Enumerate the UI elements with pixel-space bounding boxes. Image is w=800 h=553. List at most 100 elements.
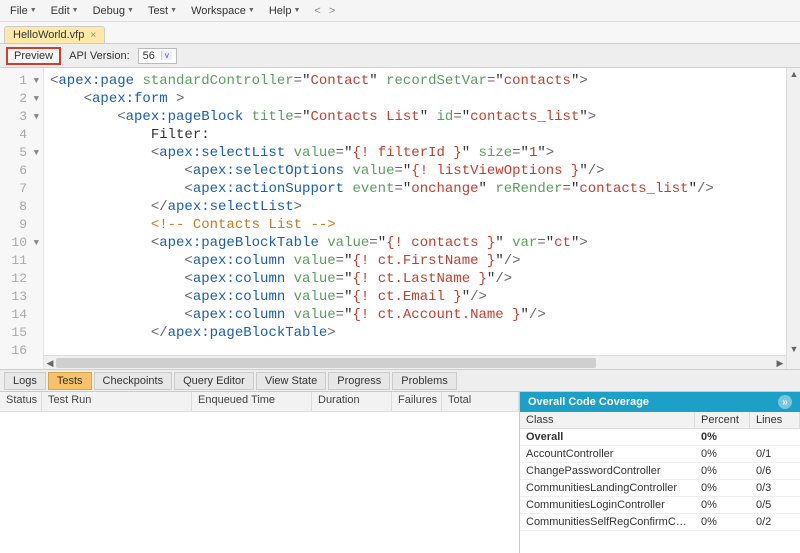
code-line[interactable]: <apex:actionSupport event="onchange" reR… [50,180,786,198]
coverage-title-bar: Overall Code Coverage » [520,392,800,412]
refresh-icon[interactable]: » [778,395,792,409]
panel-tab-progress[interactable]: Progress [328,372,390,390]
code-line[interactable]: <!-- Contacts List --> [50,216,786,234]
file-tab-label: HelloWorld.vfp [13,29,84,41]
gutter-line: 5▼ [0,144,43,162]
menu-test[interactable]: Test▼ [142,3,183,19]
vertical-scrollbar[interactable]: ▲ ▼ [786,68,800,369]
gutter-line: 6 [0,162,43,180]
col-percent[interactable]: Percent [695,412,750,428]
coverage-header: Class Percent Lines [520,412,800,429]
gutter-line: 16 [0,342,43,360]
fold-icon[interactable]: ▼ [31,90,39,108]
code-line[interactable]: <apex:pageBlockTable value="{! contacts … [50,234,786,252]
code-line[interactable]: <apex:pageBlock title="Contacts List" id… [50,108,786,126]
code-line[interactable]: <apex:column value="{! ct.LastName }"/> [50,270,786,288]
col-testrun[interactable]: Test Run [42,392,192,411]
file-tab-helloworld[interactable]: HelloWorld.vfp × [4,26,105,43]
gutter-line: 8 [0,198,43,216]
fold-icon[interactable]: ▼ [31,144,39,162]
caret-down-icon: ▼ [72,7,79,14]
col-status[interactable]: Status [0,392,42,411]
fold-icon[interactable]: ▼ [31,108,39,126]
nav-forward-icon[interactable]: > [329,5,335,17]
code-line[interactable]: <apex:form > [50,90,786,108]
api-version-select[interactable]: 56 v [138,48,177,64]
chevron-down-icon: v [161,51,172,60]
panel-tab-tests[interactable]: Tests [48,372,92,390]
code-line[interactable]: <apex:page standardController="Contact" … [50,72,786,90]
col-total[interactable]: Total [442,392,519,411]
coverage-panel: Overall Code Coverage » Class Percent Li… [520,392,800,553]
gutter-line: 9 [0,216,43,234]
coverage-row[interactable]: CommunitiesLandingController0%0/3 [520,480,800,497]
api-version-value: 56 [143,50,155,62]
panel-tab-query-editor[interactable]: Query Editor [174,372,254,390]
gutter-line: 2▼ [0,90,43,108]
menu-debug[interactable]: Debug▼ [87,3,140,19]
close-icon[interactable]: × [90,30,96,41]
menu-help[interactable]: Help▼ [263,3,307,19]
fold-icon[interactable]: ▼ [31,234,39,252]
preview-button[interactable]: Preview [6,47,61,65]
menu-edit[interactable]: Edit▼ [45,3,85,19]
panel-tab-logs[interactable]: Logs [4,372,46,390]
caret-down-icon: ▼ [248,7,255,14]
code-line[interactable]: <apex:selectOptions value="{! listViewOp… [50,162,786,180]
scrollbar-thumb[interactable] [56,358,596,368]
code-line[interactable]: Filter: [50,126,786,144]
caret-down-icon: ▼ [293,7,300,14]
scroll-up-icon[interactable]: ▲ [787,68,800,80]
gutter-line: 3▼ [0,108,43,126]
code-line[interactable]: <apex:column value="{! ct.Account.Name }… [50,306,786,324]
coverage-row[interactable]: CommunitiesLoginController0%0/5 [520,497,800,514]
col-failures[interactable]: Failures [392,392,442,411]
tests-header: Status Test Run Enqueued Time Duration F… [0,392,519,412]
gutter-line: 12 [0,270,43,288]
scroll-left-icon[interactable]: ◀ [44,356,56,370]
nav-back-icon[interactable]: < [314,5,320,17]
code-line[interactable]: </apex:selectList> [50,198,786,216]
api-version-label: API Version: [69,50,130,62]
gutter-line: 7 [0,180,43,198]
panel-tab-view-state[interactable]: View State [256,372,326,390]
code-area[interactable]: <apex:page standardController="Contact" … [44,68,786,369]
file-tab-bar: HelloWorld.vfp × [0,22,800,44]
code-line[interactable]: <apex:column value="{! ct.FirstName }"/> [50,252,786,270]
panel-tab-checkpoints[interactable]: Checkpoints [94,372,173,390]
caret-down-icon: ▼ [30,7,37,14]
gutter-line: 11 [0,252,43,270]
gutter-line: 4 [0,126,43,144]
horizontal-scrollbar[interactable]: ◀ ▶ [44,355,786,369]
code-line[interactable]: <apex:selectList value="{! filterId }" s… [50,144,786,162]
code-line[interactable]: <apex:column value="{! ct.Email }"/> [50,288,786,306]
scroll-right-icon[interactable]: ▶ [774,356,786,370]
menu-bar: File▼ Edit▼ Debug▼ Test▼ Workspace▼ Help… [0,0,800,22]
editor-toolbar: Preview API Version: 56 v [0,44,800,68]
coverage-row[interactable]: ChangePasswordController0%0/6 [520,463,800,480]
coverage-row[interactable]: AccountController0%0/1 [520,446,800,463]
gutter-line: 1▼ [0,72,43,90]
gutter-line: 10▼ [0,234,43,252]
col-duration[interactable]: Duration [312,392,392,411]
col-class[interactable]: Class [520,412,695,428]
coverage-row[interactable]: Overall0% [520,429,800,446]
menu-file[interactable]: File▼ [4,3,43,19]
panel-tab-problems[interactable]: Problems [392,372,456,390]
code-editor[interactable]: 1▼2▼3▼45▼678910▼111213141516 <apex:page … [0,68,800,370]
scroll-down-icon[interactable]: ▼ [787,343,800,355]
col-enqueued[interactable]: Enqueued Time [192,392,312,411]
panel-body: Status Test Run Enqueued Time Duration F… [0,392,800,553]
code-line[interactable]: </apex:pageBlockTable> [50,324,786,342]
col-lines[interactable]: Lines [750,412,800,428]
gutter-line: 14 [0,306,43,324]
tests-table: Status Test Run Enqueued Time Duration F… [0,392,520,553]
fold-icon[interactable]: ▼ [31,72,39,90]
caret-down-icon: ▼ [127,7,134,14]
caret-down-icon: ▼ [170,7,177,14]
panel-tabs: LogsTestsCheckpointsQuery EditorView Sta… [0,370,800,392]
coverage-row[interactable]: CommunitiesSelfRegConfirmController0%0/2 [520,514,800,531]
menu-workspace[interactable]: Workspace▼ [185,3,261,19]
gutter-line: 15 [0,324,43,342]
line-gutter: 1▼2▼3▼45▼678910▼111213141516 [0,68,44,369]
